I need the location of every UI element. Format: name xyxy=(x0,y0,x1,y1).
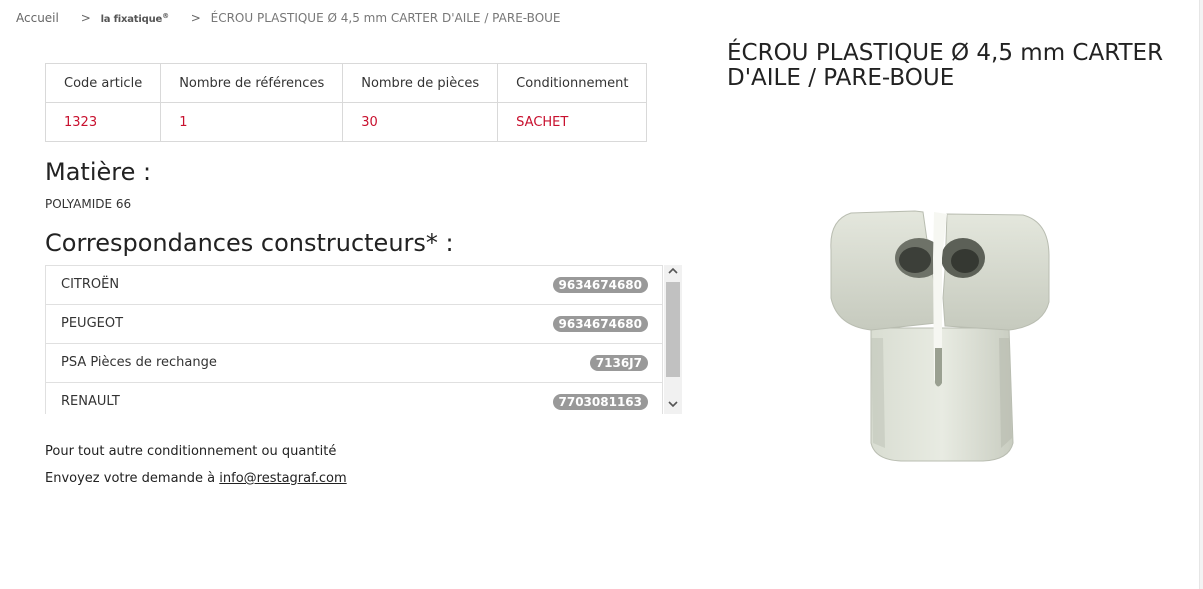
breadcrumb: Accueil > la fixatique® > ÉCROU PLASTIQU… xyxy=(16,11,561,25)
reference-badge: 9634674680 xyxy=(552,277,648,293)
breadcrumb-brand-link[interactable]: la fixatique® xyxy=(100,11,170,25)
reference-badge: 7136J7 xyxy=(589,355,648,371)
value-conditionnement: SACHET xyxy=(497,102,648,142)
reference-badge: 9634674680 xyxy=(552,316,648,332)
page-right-edge xyxy=(1199,0,1203,589)
product-title: ÉCROU PLASTIQUE Ø 4,5 mm CARTER D'AILE /… xyxy=(727,40,1164,91)
registered-mark: ® xyxy=(162,11,169,20)
list-item: CITROËN 9634674680 xyxy=(45,265,663,305)
contact-request: Envoyez votre demande à info@restagraf.c… xyxy=(45,471,347,486)
list-item: PSA Pièces de rechange 7136J7 xyxy=(45,344,663,383)
constructor-name: CITROËN xyxy=(61,277,120,292)
header-code-article: Code article xyxy=(44,63,162,103)
matiere-value: POLYAMIDE 66 xyxy=(45,197,132,211)
correspondances-list: CITROËN 9634674680 PEUGEOT 9634674680 PS… xyxy=(45,265,663,414)
constructor-name: RENAULT xyxy=(61,394,120,409)
correspondances-heading: Correspondances constructeurs* : xyxy=(45,229,454,257)
breadcrumb-separator: > xyxy=(190,11,201,25)
header-nombre-references: Nombre de références xyxy=(160,63,344,103)
breadcrumb-separator: > xyxy=(80,11,91,25)
scroll-up-arrow-icon[interactable] xyxy=(664,265,682,281)
header-nombre-pieces: Nombre de pièces xyxy=(342,63,499,103)
breadcrumb-home-link[interactable]: Accueil xyxy=(16,11,59,25)
scroll-down-arrow-icon[interactable] xyxy=(664,398,682,414)
scrollbar-thumb[interactable] xyxy=(666,282,680,377)
list-item: PEUGEOT 9634674680 xyxy=(45,305,663,344)
list-scrollbar[interactable] xyxy=(664,265,682,414)
value-nombre-pieces: 30 xyxy=(342,102,499,142)
header-conditionnement: Conditionnement xyxy=(497,63,648,103)
value-nombre-references: 1 xyxy=(160,102,344,142)
breadcrumb-current: ÉCROU PLASTIQUE Ø 4,5 mm CARTER D'AILE /… xyxy=(210,11,561,25)
product-info-table: Code article Nombre de références Nombre… xyxy=(44,63,648,142)
contact-note: Pour tout autre conditionnement ou quant… xyxy=(45,444,337,459)
correspondances-list-box[interactable]: CITROËN 9634674680 PEUGEOT 9634674680 PS… xyxy=(45,265,682,414)
constructor-name: PSA Pièces de rechange xyxy=(61,355,217,370)
reference-badge: 7703081163 xyxy=(552,394,648,410)
email-link[interactable]: info@restagraf.com xyxy=(219,471,346,486)
list-item: RENAULT 7703081163 xyxy=(45,383,663,414)
table-row: 1323 1 30 SACHET xyxy=(44,102,648,142)
constructor-name: PEUGEOT xyxy=(61,316,124,331)
plastic-nut-image xyxy=(830,210,1050,462)
matiere-heading: Matière : xyxy=(45,158,152,186)
contact-request-label: Envoyez votre demande à xyxy=(45,471,220,486)
value-code-article: 1323 xyxy=(44,102,162,142)
table-header-row: Code article Nombre de références Nombre… xyxy=(44,63,648,103)
brand-name: la fixatique xyxy=(100,14,163,25)
